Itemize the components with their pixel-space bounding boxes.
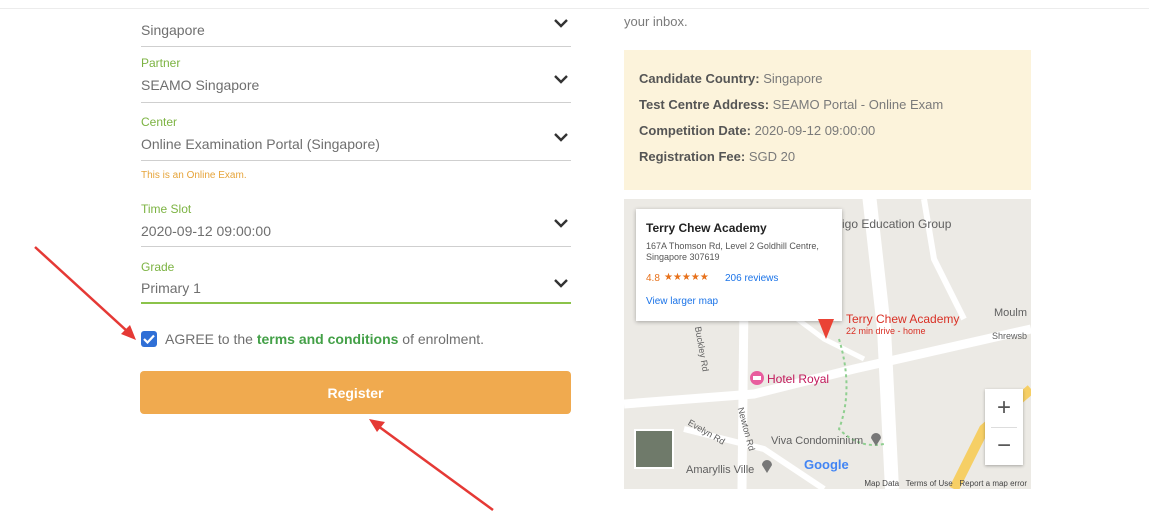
arrow-to-checkbox (34, 246, 136, 340)
annotation-arrows (34, 246, 494, 512)
arrow-to-register (369, 419, 494, 512)
